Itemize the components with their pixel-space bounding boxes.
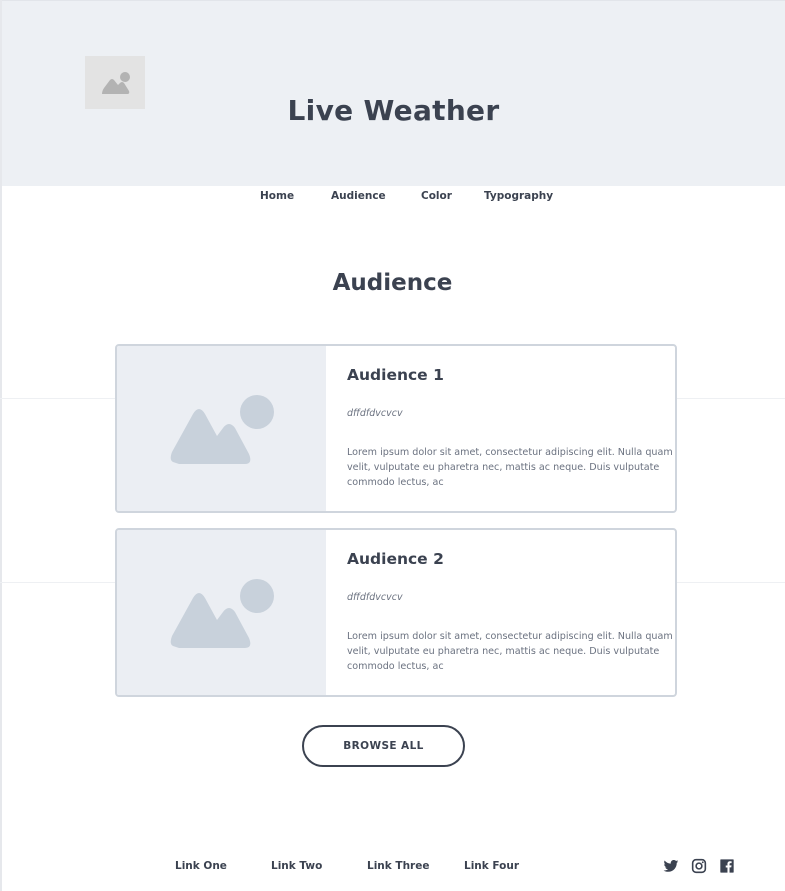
card-image [117, 530, 326, 695]
site-title: Live Weather [287, 94, 500, 127]
card-text: Lorem ipsum dolor sit amet, consectetur … [347, 631, 673, 672]
nav-item-home[interactable]: Home [260, 190, 294, 202]
footer-link-one[interactable]: Link One [175, 860, 227, 872]
image-placeholder-icon [170, 579, 274, 648]
audience-card[interactable]: Audience 2 dffdfdvcvcv Lorem ipsum dolor… [115, 528, 677, 697]
facebook-icon[interactable] [719, 858, 735, 874]
card-title: Audience 2 [347, 550, 444, 568]
nav-item-color[interactable]: Color [421, 190, 452, 202]
twitter-icon[interactable] [663, 858, 679, 874]
footer-link-four[interactable]: Link Four [464, 860, 519, 872]
card-title: Audience 1 [347, 366, 444, 384]
browse-all-button[interactable]: BROWSE ALL [302, 725, 465, 767]
card-subtitle: dffdfdvcvcv [347, 592, 403, 603]
footer-link-three[interactable]: Link Three [367, 860, 429, 872]
nav-item-typography[interactable]: Typography [484, 190, 553, 202]
card-text: Lorem ipsum dolor sit amet, consectetur … [347, 447, 673, 488]
card-image [117, 346, 326, 511]
image-placeholder-icon [102, 72, 130, 94]
image-placeholder-icon [170, 395, 274, 464]
section-title: Audience [332, 270, 453, 296]
nav-item-audience[interactable]: Audience [331, 190, 386, 202]
audience-card[interactable]: Audience 1 dffdfdvcvcv Lorem ipsum dolor… [115, 344, 677, 513]
footer-link-two[interactable]: Link Two [271, 860, 322, 872]
main-nav: Home Audience Color Typography [0, 190, 785, 204]
card-subtitle: dffdfdvcvcv [347, 408, 403, 419]
instagram-icon[interactable] [691, 858, 707, 874]
